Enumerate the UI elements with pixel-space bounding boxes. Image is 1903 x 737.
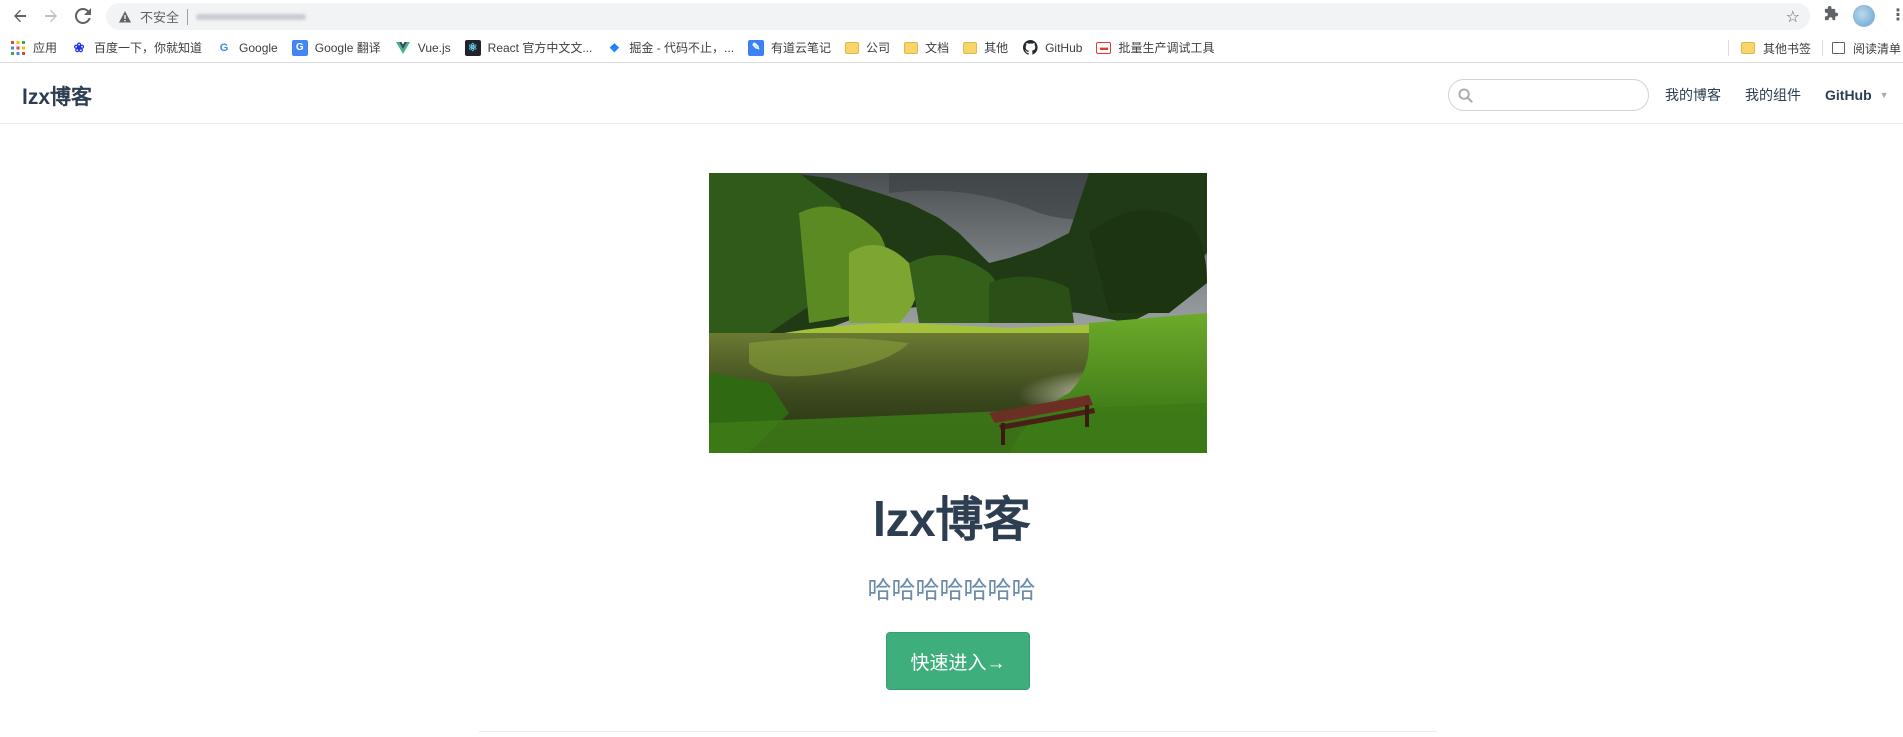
folder-icon	[904, 41, 919, 54]
bookmark-juejin[interactable]: ❖ 掘金 - 代码不止，...	[606, 39, 734, 56]
bookmark-label: 百度一下，你就知道	[94, 41, 203, 55]
bookmark-label: 公司	[866, 41, 891, 55]
search-input[interactable]	[1481, 85, 1641, 105]
bookmarks-separator	[1728, 40, 1729, 56]
bookmark-folder-other[interactable]: 其他	[963, 39, 1008, 56]
react-icon: ⚛	[464, 39, 481, 56]
bookmark-label: 其他	[984, 41, 1009, 55]
bookmark-google-translate[interactable]: G Google 翻译	[291, 39, 381, 56]
hero-divider	[479, 731, 1437, 732]
reload-icon[interactable]	[69, 2, 97, 30]
hero-image	[709, 173, 1207, 453]
folder-icon	[1741, 42, 1755, 54]
back-arrow-icon[interactable]	[6, 2, 34, 30]
bookmark-vue[interactable]: Vue.js	[395, 40, 451, 56]
kebab-menu-icon[interactable]: ⋮	[1890, 5, 1903, 24]
nav-link-components[interactable]: 我的组件	[1745, 85, 1801, 105]
site-title[interactable]: lzx博客	[22, 81, 92, 111]
hero-description: 哈哈哈哈哈哈哈	[867, 577, 1036, 604]
bookmark-label: GitHub	[1045, 40, 1083, 55]
browser-toolbar: 不安全 ☆ ⋮	[0, 0, 1903, 33]
github-icon	[1022, 40, 1038, 56]
nav-links: 我的博客 我的组件 GitHub ▼	[1665, 85, 1889, 105]
bookmark-folder-company[interactable]: 公司	[845, 39, 890, 56]
hero-title: lzx博客	[872, 494, 1031, 547]
bookmark-debug-tool[interactable]: ▬ 批量生产调试工具	[1096, 39, 1214, 56]
bookmark-label: Google	[239, 40, 278, 55]
folder-icon	[963, 41, 978, 54]
bookmark-folder-docs[interactable]: 文档	[904, 39, 949, 56]
star-icon[interactable]: ☆	[1786, 7, 1800, 26]
bookmark-baidu[interactable]: ❀ 百度一下，你就知道	[71, 39, 202, 56]
google-icon: G	[219, 41, 229, 54]
quick-start-button[interactable]: 快速进入→	[886, 632, 1030, 690]
other-bookmarks-label: 其他书签	[1763, 41, 1812, 56]
omnibox-separator	[187, 8, 189, 25]
bookmark-label: React 官方中文文...	[487, 41, 593, 55]
bookmark-label: 掘金 - 代码不止，...	[629, 41, 735, 55]
search-icon	[1458, 88, 1473, 103]
bookmark-label: 有道云笔记	[771, 41, 832, 55]
bookmark-google[interactable]: G Google	[216, 40, 278, 56]
bookmark-youdao[interactable]: ✎ 有道云笔记	[748, 39, 831, 56]
puzzle-icon[interactable]	[1824, 6, 1839, 25]
vue-icon	[395, 40, 411, 56]
reading-list[interactable]: 阅读清单	[1832, 33, 1901, 63]
bookmark-react[interactable]: ⚛ React 官方中文文...	[464, 39, 593, 56]
chevron-down-icon[interactable]: ▼	[1880, 90, 1889, 100]
bookmark-apps[interactable]: 应用	[10, 39, 57, 56]
nav-link-github[interactable]: GitHub	[1825, 87, 1872, 103]
google-translate-icon: G	[291, 39, 308, 56]
site-navbar: lzx博客 我的博客 我的组件 GitHub ▼	[0, 64, 1903, 124]
bookmark-other-folder[interactable]: 其他书签	[1741, 33, 1811, 63]
nav-link-blog[interactable]: 我的博客	[1665, 85, 1721, 105]
apps-grid-icon	[10, 40, 26, 56]
bookmarks-bar: 应用 ❀ 百度一下，你就知道 G Google G Google 翻译 Vue.…	[0, 33, 1903, 63]
bookmark-label: 文档	[925, 41, 950, 55]
bookmark-label: Vue.js	[417, 40, 451, 55]
search-box[interactable]	[1448, 79, 1649, 111]
url-text-blurred	[196, 13, 307, 20]
insecure-label: 不安全	[140, 11, 180, 26]
bookmark-label: 批量生产调试工具	[1118, 41, 1215, 55]
forward-arrow-icon[interactable]	[37, 2, 65, 30]
youdao-icon: ✎	[748, 39, 765, 56]
juejin-icon: ❖	[608, 40, 620, 55]
reading-list-label: 阅读清单	[1853, 41, 1902, 56]
bookmark-github[interactable]: GitHub	[1022, 40, 1082, 56]
reading-list-icon	[1832, 42, 1845, 54]
bookmark-label: Google 翻译	[314, 41, 381, 55]
folder-icon	[845, 41, 860, 54]
bookmark-label: 应用	[33, 41, 58, 55]
address-bar[interactable]: 不安全 ☆	[106, 3, 1810, 30]
warning-triangle-icon	[118, 10, 132, 24]
tool-icon: ▬	[1096, 41, 1112, 54]
profile-avatar[interactable]	[1853, 5, 1875, 27]
baidu-icon: ❀	[73, 39, 85, 55]
bookmarks-separator	[1822, 40, 1823, 56]
